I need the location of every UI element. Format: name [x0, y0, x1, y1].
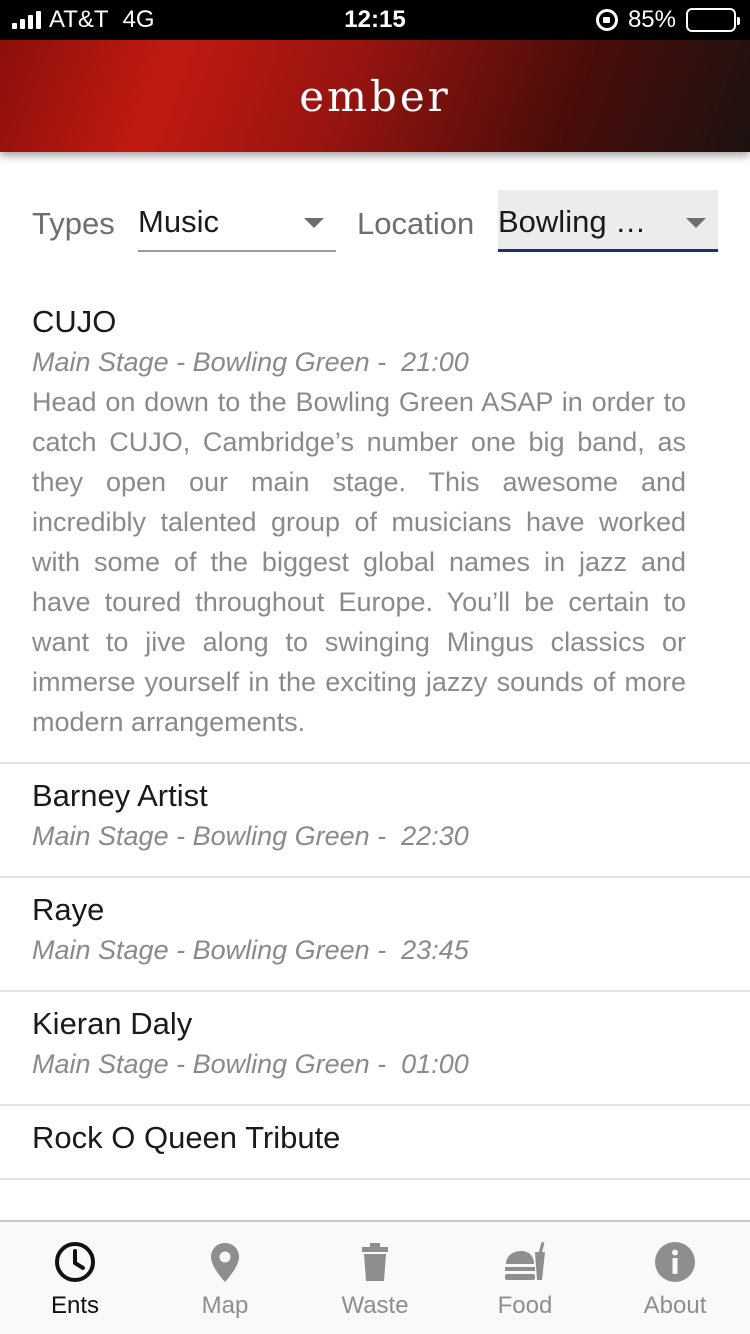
event-item[interactable]: Rock O Queen Tribute [0, 1106, 750, 1180]
location-select[interactable]: Bowling … [498, 190, 718, 252]
map-pin-icon [211, 1243, 239, 1282]
tab-label: Food [497, 1292, 553, 1319]
battery-percent: 85% [627, 6, 676, 33]
types-label: Types [32, 206, 115, 241]
status-bar: AT&T 4G 12:15 85% [0, 0, 750, 40]
app-title: ember [299, 71, 451, 121]
app-header: ember [0, 40, 750, 152]
trash-icon [362, 1243, 388, 1281]
location-select-value: Bowling … [498, 204, 647, 239]
info-icon [655, 1242, 695, 1282]
event-meta: Main Stage - Bowling Green - 01:00 [32, 1049, 469, 1079]
tab-bar: Ents Map Waste Food About [0, 1220, 750, 1334]
tab-label: Map [201, 1292, 249, 1319]
tab-label: About [643, 1292, 707, 1319]
event-list: CUJO Main Stage - Bowling Green - 21:00 … [0, 290, 750, 1220]
tab-food[interactable]: Food [450, 1222, 600, 1334]
event-item[interactable]: Kieran Daly Main Stage - Bowling Green -… [0, 992, 750, 1106]
event-title: Barney Artist [32, 778, 208, 813]
tab-label: Ents [50, 1292, 100, 1319]
tab-ents[interactable]: Ents [0, 1222, 150, 1334]
tab-waste[interactable]: Waste [300, 1222, 450, 1334]
event-meta: Main Stage - Bowling Green - 22:30 [32, 821, 469, 851]
tab-map[interactable]: Map [150, 1222, 300, 1334]
tab-label: Waste [341, 1292, 409, 1319]
event-meta: Main Stage - Bowling Green - 23:45 [32, 935, 469, 965]
event-item[interactable]: Raye Main Stage - Bowling Green - 23:45 [0, 878, 750, 992]
types-select[interactable]: Music [138, 190, 336, 252]
event-item[interactable]: Barney Artist Main Stage - Bowling Green… [0, 764, 750, 878]
tab-about[interactable]: About [600, 1222, 750, 1334]
battery-icon [686, 8, 740, 32]
filter-bar: Types Music Location Bowling … [0, 188, 750, 258]
orientation-lock-icon [595, 9, 618, 31]
event-title: CUJO [32, 304, 117, 339]
event-description: Head on down to the Bowling Green ASAP i… [32, 387, 686, 737]
dropdown-arrow-icon [686, 218, 706, 228]
event-title: Raye [32, 892, 105, 927]
event-item[interactable]: CUJO Main Stage - Bowling Green - 21:00 … [0, 290, 750, 764]
types-select-value: Music [138, 204, 219, 239]
status-right: 85% [595, 6, 740, 34]
food-icon [505, 1241, 545, 1280]
dropdown-arrow-icon [304, 218, 324, 228]
event-title: Kieran Daly [32, 1006, 193, 1041]
event-meta: Main Stage - Bowling Green - 21:00 [32, 347, 469, 377]
clock-icon [55, 1242, 95, 1282]
location-label: Location [357, 206, 475, 241]
event-title: Rock O Queen Tribute [32, 1120, 341, 1155]
